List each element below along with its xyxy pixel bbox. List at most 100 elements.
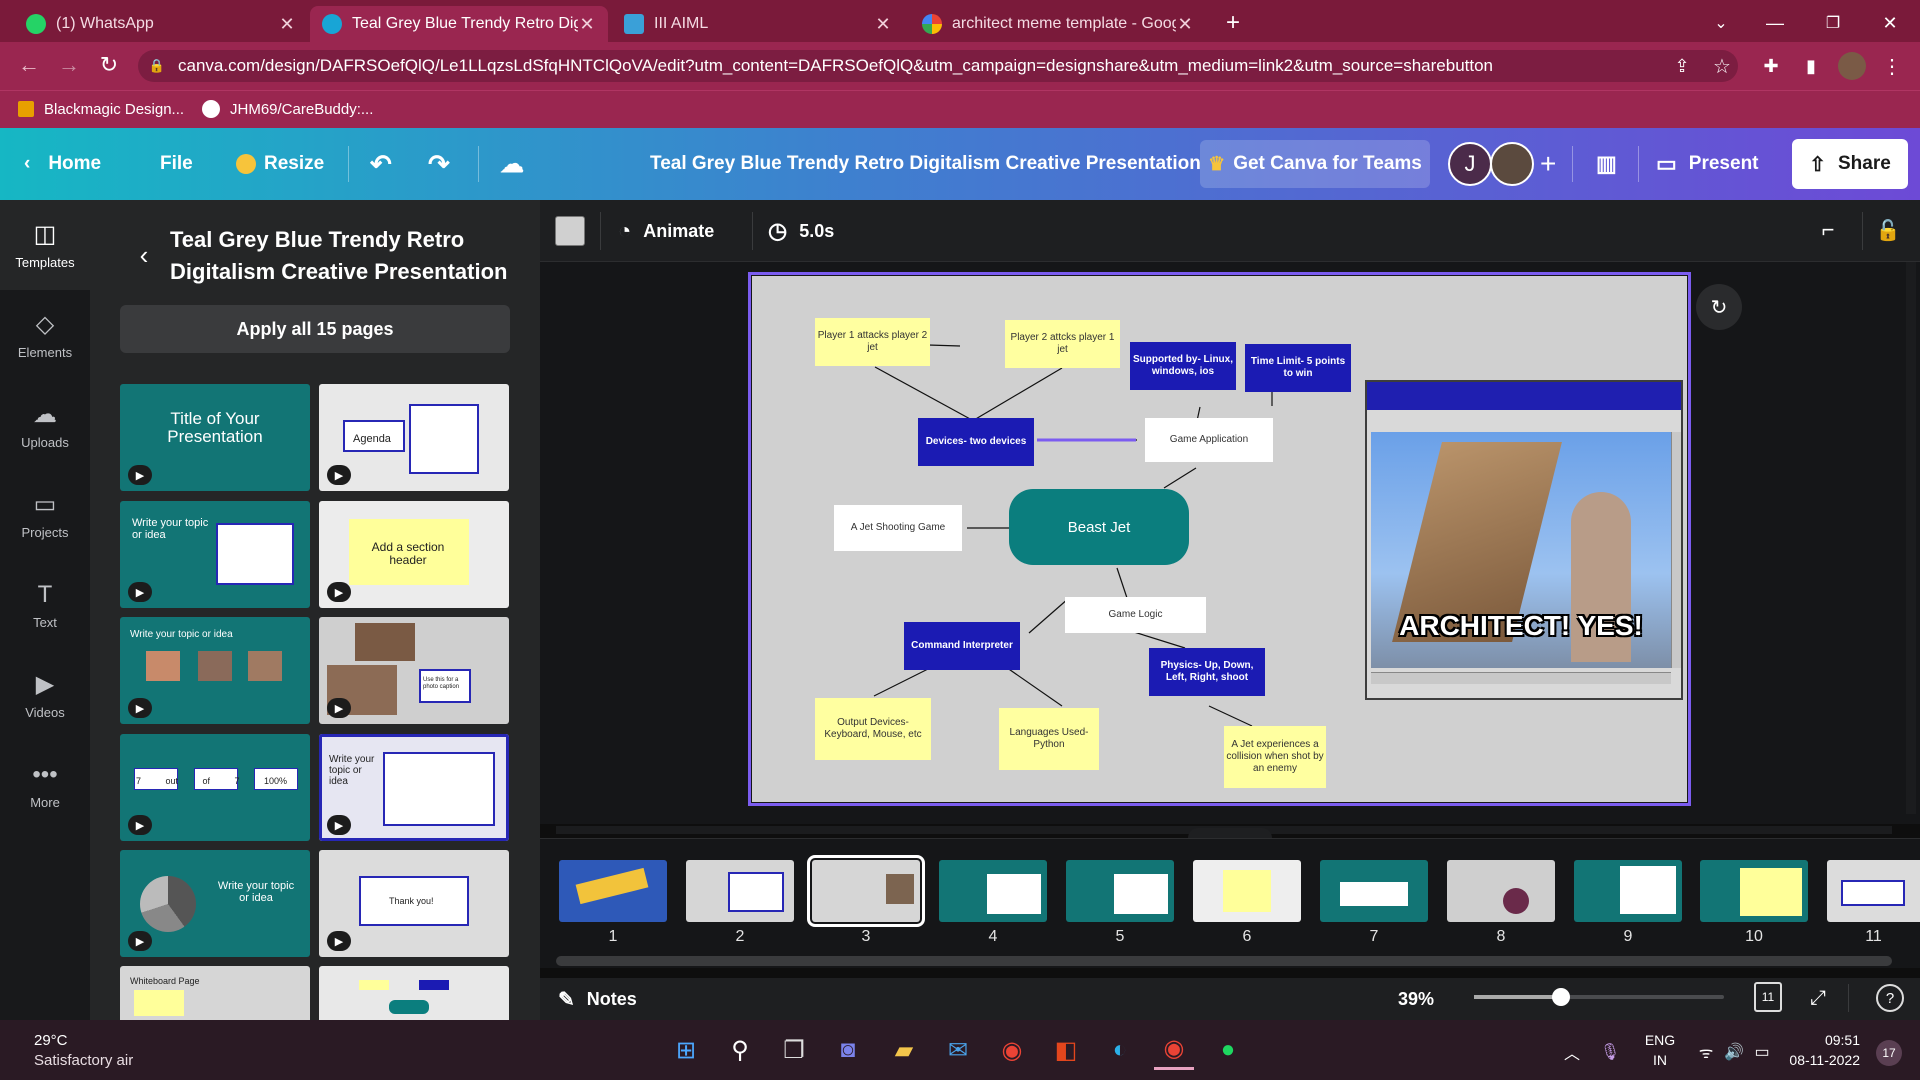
page-thumb-8[interactable] bbox=[1447, 860, 1555, 922]
teams-chat-icon[interactable]: ◙ bbox=[828, 1030, 868, 1070]
microphone-icon[interactable]: 🎙 bbox=[1598, 1040, 1622, 1064]
filmstrip-scrollbar[interactable] bbox=[556, 956, 1892, 966]
language-region[interactable]: IN bbox=[1640, 1052, 1680, 1068]
home-button[interactable]: ‹ Home bbox=[24, 128, 124, 200]
close-icon[interactable]: ✕ bbox=[578, 14, 596, 35]
template-thumb-9[interactable]: Write your topic or idea ▶ bbox=[120, 850, 310, 957]
chrome-profile-icon[interactable]: ◉ bbox=[1154, 1030, 1194, 1070]
redo-icon[interactable]: ↷ bbox=[428, 128, 450, 200]
close-icon[interactable]: ✕ bbox=[1176, 14, 1194, 35]
lock-icon[interactable]: 🔓 bbox=[1872, 214, 1904, 246]
menu-kebab-icon[interactable]: ⋮ bbox=[1878, 52, 1906, 80]
animate-button[interactable]: ◔ Animate bbox=[618, 214, 714, 248]
page-thumb-6[interactable] bbox=[1193, 860, 1301, 922]
windows-start-icon[interactable]: ⊞ bbox=[666, 1030, 706, 1070]
window-vscroll[interactable] bbox=[1671, 432, 1681, 668]
rail-more[interactable]: ••• More bbox=[0, 740, 90, 830]
wifi-icon[interactable]: ᯤ bbox=[1694, 1040, 1718, 1064]
document-title[interactable]: Teal Grey Blue Trendy Retro Digitalism C… bbox=[650, 128, 1201, 200]
task-view-icon[interactable]: ❐ bbox=[774, 1030, 814, 1070]
node-languages[interactable]: Languages Used- Python bbox=[999, 708, 1099, 770]
search-icon[interactable]: ⚲ bbox=[720, 1030, 760, 1070]
share-button[interactable]: ⇧ Share bbox=[1792, 139, 1908, 189]
copy-style-icon[interactable]: ⌐ bbox=[1812, 214, 1844, 246]
timing-button[interactable]: ◷ 5.0s bbox=[768, 214, 834, 248]
bookmark-blackmagic[interactable]: Blackmagic Design... bbox=[18, 96, 184, 122]
node-time-limit[interactable]: Time Limit- 5 points to win bbox=[1245, 344, 1351, 392]
template-thumb-6[interactable]: Use this for a photo caption ▶ bbox=[319, 617, 509, 724]
template-thumb-8[interactable]: Write your topic or idea ▶ bbox=[319, 734, 509, 841]
cloud-saved-icon[interactable]: ☁ bbox=[500, 128, 524, 200]
tab-whatsapp[interactable]: (1) WhatsApp ✕ bbox=[14, 6, 308, 42]
back-icon[interactable]: ← bbox=[14, 50, 44, 80]
tab-google[interactable]: architect meme template - Googl ✕ bbox=[910, 6, 1206, 42]
template-thumb-10[interactable]: Thank you! ▶ bbox=[319, 850, 509, 957]
rail-text[interactable]: T Text bbox=[0, 560, 90, 650]
share-page-icon[interactable]: ⇪ bbox=[1668, 52, 1696, 80]
page-thumb-5[interactable] bbox=[1066, 860, 1174, 922]
node-output-devices[interactable]: Output Devices- Keyboard, Mouse, etc bbox=[815, 698, 931, 760]
template-thumb-2[interactable]: Agenda ▶ bbox=[319, 384, 509, 491]
close-icon[interactable]: ✕ bbox=[278, 14, 296, 35]
weather-temp[interactable]: 29°C bbox=[34, 1032, 68, 1049]
page-thumb-3[interactable] bbox=[807, 855, 925, 927]
zoom-level[interactable]: 39% bbox=[1398, 984, 1434, 1014]
zoom-slider-thumb[interactable] bbox=[1552, 988, 1570, 1006]
minimize-icon[interactable]: — bbox=[1760, 8, 1790, 38]
page-thumb-1[interactable] bbox=[559, 860, 667, 922]
apply-all-pages-button[interactable]: Apply all 15 pages bbox=[120, 305, 510, 353]
insights-icon[interactable]: ▥ bbox=[1596, 128, 1617, 200]
node-command-interpreter[interactable]: Command Interpreter bbox=[904, 622, 1020, 670]
forward-icon[interactable]: → bbox=[54, 50, 84, 80]
tab-canva[interactable]: Teal Grey Blue Trendy Retro Digit ✕ bbox=[310, 6, 608, 42]
battery-icon[interactable]: ▭ bbox=[1750, 1040, 1774, 1064]
tab-aiml[interactable]: III AIML ✕ bbox=[612, 6, 904, 42]
bookmark-star-icon[interactable]: ☆ bbox=[1708, 52, 1736, 80]
node-game-logic[interactable]: Game Logic bbox=[1065, 597, 1206, 633]
weather-desc[interactable]: Satisfactory air bbox=[34, 1052, 133, 1069]
office-icon[interactable]: ◧ bbox=[1046, 1030, 1086, 1070]
url-field[interactable]: canva.com/design/DAFRSOefQlQ/Le1LLqzsLdS… bbox=[138, 50, 1738, 82]
edge-icon[interactable]: ◐ bbox=[1100, 1030, 1140, 1070]
collaborator-avatar[interactable]: J bbox=[1448, 142, 1492, 186]
template-thumb-7[interactable]: 7 out of 7 100% 7 million ▶ bbox=[120, 734, 310, 841]
present-button[interactable]: ▭ Present bbox=[1656, 128, 1759, 200]
clock-date[interactable]: 08-11-2022 bbox=[1780, 1052, 1860, 1068]
add-collaborator-icon[interactable]: + bbox=[1540, 128, 1556, 200]
rail-templates[interactable]: ◫ Templates bbox=[0, 200, 90, 290]
template-thumb-1[interactable]: Title of Your Presentation ▶ bbox=[120, 384, 310, 491]
page-thumb-7[interactable] bbox=[1320, 860, 1428, 922]
template-thumb-12[interactable] bbox=[319, 966, 509, 1020]
tab-search-icon[interactable]: ⌄ bbox=[1706, 8, 1736, 38]
volume-icon[interactable]: 🔊 bbox=[1722, 1040, 1746, 1064]
template-thumb-5[interactable]: Write your topic or idea ▶ bbox=[120, 617, 310, 724]
template-thumb-3[interactable]: Write your topic or idea ▶ bbox=[120, 501, 310, 608]
chrome-icon[interactable]: ◉ bbox=[992, 1030, 1032, 1070]
node-player2[interactable]: Player 2 attcks player 1 jet bbox=[1005, 320, 1120, 368]
node-jet-shooting-game[interactable]: A Jet Shooting Game bbox=[834, 505, 962, 551]
page-thumb-10[interactable] bbox=[1700, 860, 1808, 922]
close-icon[interactable]: ✕ bbox=[874, 14, 892, 35]
notes-button[interactable]: ✎ Notes bbox=[558, 984, 637, 1014]
back-chevron-icon[interactable]: ‹ bbox=[132, 240, 156, 270]
node-game-application[interactable]: Game Application bbox=[1145, 418, 1273, 462]
mail-icon[interactable]: ✉ bbox=[938, 1030, 978, 1070]
window-hscroll[interactable] bbox=[1371, 672, 1671, 684]
extensions-icon[interactable]: ✚ bbox=[1757, 52, 1785, 80]
page-thumb-2[interactable] bbox=[686, 860, 794, 922]
page-thumb-9[interactable] bbox=[1574, 860, 1682, 922]
resize-button[interactable]: Resize bbox=[236, 128, 324, 200]
page-thumb-11[interactable] bbox=[1827, 860, 1920, 922]
get-canva-teams-button[interactable]: ♛ Get Canva for Teams bbox=[1200, 140, 1430, 188]
spotify-icon[interactable]: ● bbox=[1208, 1030, 1248, 1070]
rail-elements[interactable]: ◇ Elements bbox=[0, 290, 90, 380]
user-avatar[interactable] bbox=[1490, 142, 1534, 186]
background-color-swatch[interactable] bbox=[555, 216, 585, 246]
restore-icon[interactable]: ❐ bbox=[1818, 8, 1848, 38]
file-menu[interactable]: File bbox=[160, 128, 193, 200]
rail-videos[interactable]: ▶ Videos bbox=[0, 650, 90, 740]
node-beast-jet[interactable]: Beast Jet bbox=[1009, 489, 1189, 565]
template-thumb-11[interactable]: Whiteboard Page bbox=[120, 966, 310, 1020]
fullscreen-icon[interactable]: ⤢ bbox=[1802, 982, 1834, 1014]
node-player1[interactable]: Player 1 attacks player 2 jet bbox=[815, 318, 930, 366]
